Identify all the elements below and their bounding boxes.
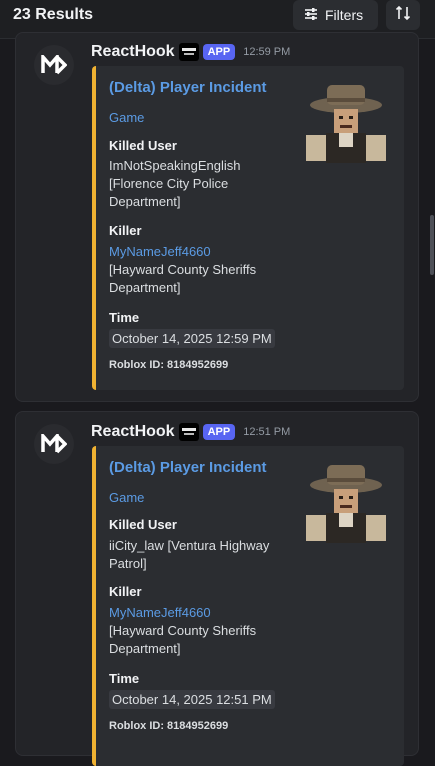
filters-label: Filters bbox=[325, 7, 364, 23]
message-header: ReactHook APP 12:59 PM bbox=[91, 42, 290, 62]
author-name[interactable]: ReactHook bbox=[91, 43, 175, 61]
message-timestamp: 12:51 PM bbox=[243, 426, 291, 438]
message-header: ReactHook APP 12:51 PM bbox=[91, 422, 290, 442]
killer-value: MyNameJeff4660 [Hayward County Sheriffs … bbox=[109, 604, 294, 658]
time-value: October 14, 2025 12:51 PM bbox=[109, 690, 275, 709]
sort-arrows-icon bbox=[395, 5, 411, 26]
embed-title[interactable]: (Delta) Player Incident bbox=[109, 459, 267, 476]
bot-avatar-badge-icon bbox=[178, 423, 199, 441]
killer-name-link[interactable]: MyNameJeff4660 bbox=[109, 604, 294, 622]
embed-game-link[interactable]: Game bbox=[109, 110, 144, 125]
incident-embed: (Delta) Player Incident Game Killed User… bbox=[92, 446, 404, 766]
reacthook-logo-icon bbox=[41, 55, 67, 75]
incident-embed: (Delta) Player Incident Game Killed User… bbox=[92, 66, 404, 390]
killer-label: Killer bbox=[109, 223, 142, 238]
sliders-icon bbox=[304, 7, 318, 24]
message-timestamp: 12:59 PM bbox=[243, 46, 291, 58]
bot-avatar-badge-icon bbox=[178, 43, 199, 61]
search-result-message[interactable]: ReactHook APP 12:51 PM (Delta) Player In… bbox=[15, 411, 419, 766]
killer-label: Killer bbox=[109, 584, 142, 599]
embed-footer: Roblox ID: 8184952699 bbox=[109, 720, 229, 732]
killer-team: [Hayward County Sheriffs Department] bbox=[109, 623, 257, 656]
killer-team: [Hayward County Sheriffs Department] bbox=[109, 262, 257, 295]
author-name[interactable]: ReactHook bbox=[91, 423, 175, 441]
reacthook-logo-icon bbox=[41, 434, 67, 454]
killed-user-label: Killed User bbox=[109, 138, 177, 153]
time-label: Time bbox=[109, 671, 140, 686]
embed-game-link[interactable]: Game bbox=[109, 490, 144, 505]
player-avatar-thumbnail[interactable] bbox=[301, 83, 391, 167]
killed-user-value: iiCity_law [Ventura Highway Patrol] bbox=[109, 538, 270, 571]
embed-footer: Roblox ID: 8184952699 bbox=[109, 359, 229, 371]
search-result-message[interactable]: ReactHook APP 12:59 PM (Delta) Player In… bbox=[15, 32, 419, 402]
avatar[interactable] bbox=[34, 424, 74, 464]
killer-name-link[interactable]: MyNameJeff4660 bbox=[109, 243, 294, 261]
player-avatar-thumbnail[interactable] bbox=[301, 463, 391, 547]
killed-user-value: ImNotSpeakingEnglish [Florence City Poli… bbox=[109, 158, 241, 209]
filters-button[interactable]: Filters bbox=[293, 0, 378, 30]
time-label: Time bbox=[109, 310, 140, 325]
app-badge: APP bbox=[202, 424, 236, 440]
avatar[interactable] bbox=[34, 45, 74, 85]
app-badge: APP bbox=[202, 44, 236, 60]
time-value: October 14, 2025 12:59 PM bbox=[109, 329, 275, 348]
killer-value: MyNameJeff4660 [Hayward County Sheriffs … bbox=[109, 243, 294, 297]
sort-button[interactable] bbox=[386, 0, 420, 30]
results-count: 23 Results bbox=[13, 6, 94, 23]
killed-user-label: Killed User bbox=[109, 517, 177, 532]
embed-title[interactable]: (Delta) Player Incident bbox=[109, 79, 267, 96]
scrollbar-thumb[interactable] bbox=[430, 215, 434, 275]
